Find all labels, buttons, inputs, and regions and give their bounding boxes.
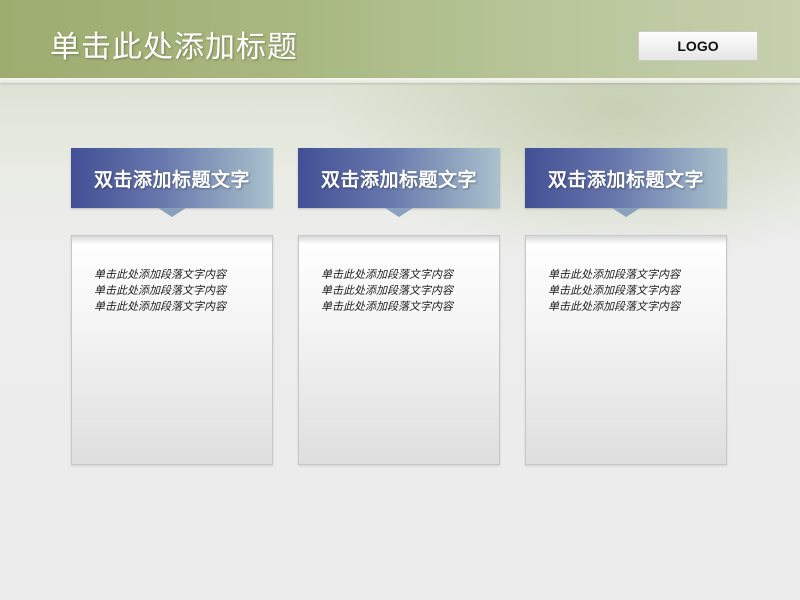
- column-1-heading: 双击添加标题文字: [93, 168, 250, 191]
- column-2-text-line: 单击此处添加段落文字内容: [321, 284, 453, 297]
- slide-title[interactable]: 单击此处添加标题: [50, 28, 298, 68]
- logo-placeholder[interactable]: LOGO: [638, 31, 758, 61]
- column-3-body-shadow: [526, 236, 726, 244]
- column-2-body[interactable]: 单击此处添加段落文字内容 单击此处添加段落文字内容 单击此处添加段落文字内容: [298, 235, 500, 465]
- column-2: 双击添加标题文字 单击此处添加段落文字内容 单击此处添加段落文字内容 单击此处添…: [298, 148, 500, 465]
- column-2-pointer: [385, 208, 413, 217]
- column-3-pointer: [612, 208, 640, 217]
- column-2-text-line: 单击此处添加段落文字内容: [321, 268, 453, 281]
- column-3-text-line: 单击此处添加段落文字内容: [548, 268, 680, 281]
- column-1-body-shadow: [72, 236, 272, 244]
- column-3-header[interactable]: 双击添加标题文字: [525, 148, 727, 217]
- column-2-body-shadow: [299, 236, 499, 244]
- column-1-text-line: 单击此处添加段落文字内容: [94, 300, 226, 313]
- column-2-heading: 双击添加标题文字: [320, 168, 477, 191]
- column-3-text-line: 单击此处添加段落文字内容: [548, 284, 680, 297]
- column-1: 双击添加标题文字 单击此处添加段落文字内容 单击此处添加段落文字内容 单击此处添…: [71, 148, 273, 465]
- column-1-pointer: [158, 208, 186, 217]
- column-1-header[interactable]: 双击添加标题文字: [71, 148, 273, 217]
- column-2-text-line: 单击此处添加段落文字内容: [321, 300, 453, 313]
- column-1-text: 单击此处添加段落文字内容 单击此处添加段落文字内容 单击此处添加段落文字内容: [94, 267, 254, 315]
- column-1-text-line: 单击此处添加段落文字内容: [94, 284, 226, 297]
- column-2-text: 单击此处添加段落文字内容 单击此处添加段落文字内容 单击此处添加段落文字内容: [321, 267, 481, 315]
- column-3: 双击添加标题文字 单击此处添加段落文字内容 单击此处添加段落文字内容 单击此处添…: [525, 148, 727, 465]
- column-3-heading: 双击添加标题文字: [547, 168, 704, 191]
- column-3-text: 单击此处添加段落文字内容 单击此处添加段落文字内容 单击此处添加段落文字内容: [548, 267, 708, 315]
- column-1-body[interactable]: 单击此处添加段落文字内容 单击此处添加段落文字内容 单击此处添加段落文字内容: [71, 235, 273, 465]
- column-3-body[interactable]: 单击此处添加段落文字内容 单击此处添加段落文字内容 单击此处添加段落文字内容: [525, 235, 727, 465]
- column-1-text-line: 单击此处添加段落文字内容: [94, 268, 226, 281]
- header-divider: [0, 78, 800, 83]
- column-3-text-line: 单击此处添加段落文字内容: [548, 300, 680, 313]
- column-2-header[interactable]: 双击添加标题文字: [298, 148, 500, 217]
